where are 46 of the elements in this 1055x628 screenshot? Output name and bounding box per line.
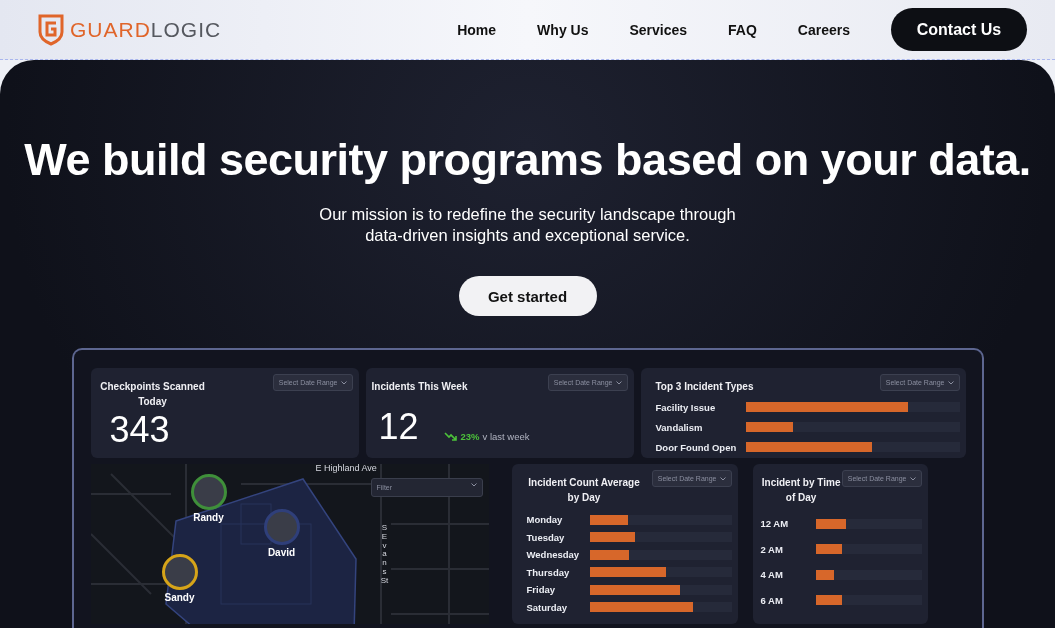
bar-label: 6 AM bbox=[760, 594, 784, 606]
card-title: Incident Count Average by Day bbox=[527, 476, 641, 505]
chevron-down-icon bbox=[470, 483, 477, 487]
contact-button[interactable]: Contact Us bbox=[891, 8, 1027, 51]
bar-label: 12 AM bbox=[760, 518, 790, 530]
guard-name: Randy bbox=[193, 512, 224, 523]
nav-link[interactable]: FAQ bbox=[728, 21, 757, 38]
card-title: Checkpoints Scanned Today bbox=[99, 380, 206, 409]
shield-logo-icon bbox=[38, 13, 64, 46]
nav-link[interactable]: Home bbox=[457, 21, 497, 38]
nav-link[interactable]: Services bbox=[629, 21, 688, 38]
brand-name: GUARDLOGIC bbox=[70, 17, 222, 42]
chevron-down-icon bbox=[947, 380, 954, 385]
bar-label: 2 AM bbox=[760, 543, 784, 555]
metric-value: 343 bbox=[109, 409, 170, 450]
card-title: Top 3 Incident Types bbox=[655, 380, 754, 394]
chevron-down-icon bbox=[909, 476, 916, 481]
bar-label: Friday bbox=[526, 584, 556, 596]
bar-label: Wednesday bbox=[526, 549, 581, 561]
nav-link[interactable]: Why Us bbox=[537, 21, 589, 38]
get-started-button[interactable]: Get started bbox=[458, 276, 597, 316]
hero-subtitle: Our mission is to redefine the security landscape through data-driven insights and exceptional service. bbox=[318, 204, 737, 246]
bar-label: Facility Issue bbox=[655, 401, 717, 413]
bar-label: 4 AM bbox=[760, 569, 784, 581]
bar-label: Vandalism bbox=[655, 421, 704, 433]
bar-label: Tuesday bbox=[526, 531, 566, 543]
guard-name: Sandy bbox=[164, 592, 195, 603]
avatar-placeholder[interactable] bbox=[161, 554, 198, 590]
bar-label: Door Found Open bbox=[655, 441, 738, 453]
guard-name: David bbox=[267, 547, 296, 558]
change-text: 23% v last week bbox=[460, 431, 530, 442]
street-label: S Evans St bbox=[380, 524, 389, 586]
card-title: Incidents This Week bbox=[371, 380, 468, 394]
metric-value: 12 bbox=[378, 406, 419, 448]
bar-label: Saturday bbox=[526, 601, 569, 613]
chevron-down-icon bbox=[615, 380, 622, 385]
avatar-placeholder[interactable] bbox=[190, 474, 227, 510]
chevron-down-icon bbox=[719, 476, 726, 481]
trend-down-icon bbox=[443, 432, 458, 441]
chevron-down-icon bbox=[340, 380, 347, 385]
street-label: E Highland Ave bbox=[315, 464, 377, 473]
bar-label: Monday bbox=[526, 514, 564, 526]
bar-label: Thursday bbox=[526, 566, 571, 578]
card-title: Incident by Time of Day bbox=[760, 476, 842, 505]
nav-link[interactable]: Careers bbox=[797, 21, 850, 38]
hero-headline: We build security programs based on your data. bbox=[24, 134, 1031, 186]
